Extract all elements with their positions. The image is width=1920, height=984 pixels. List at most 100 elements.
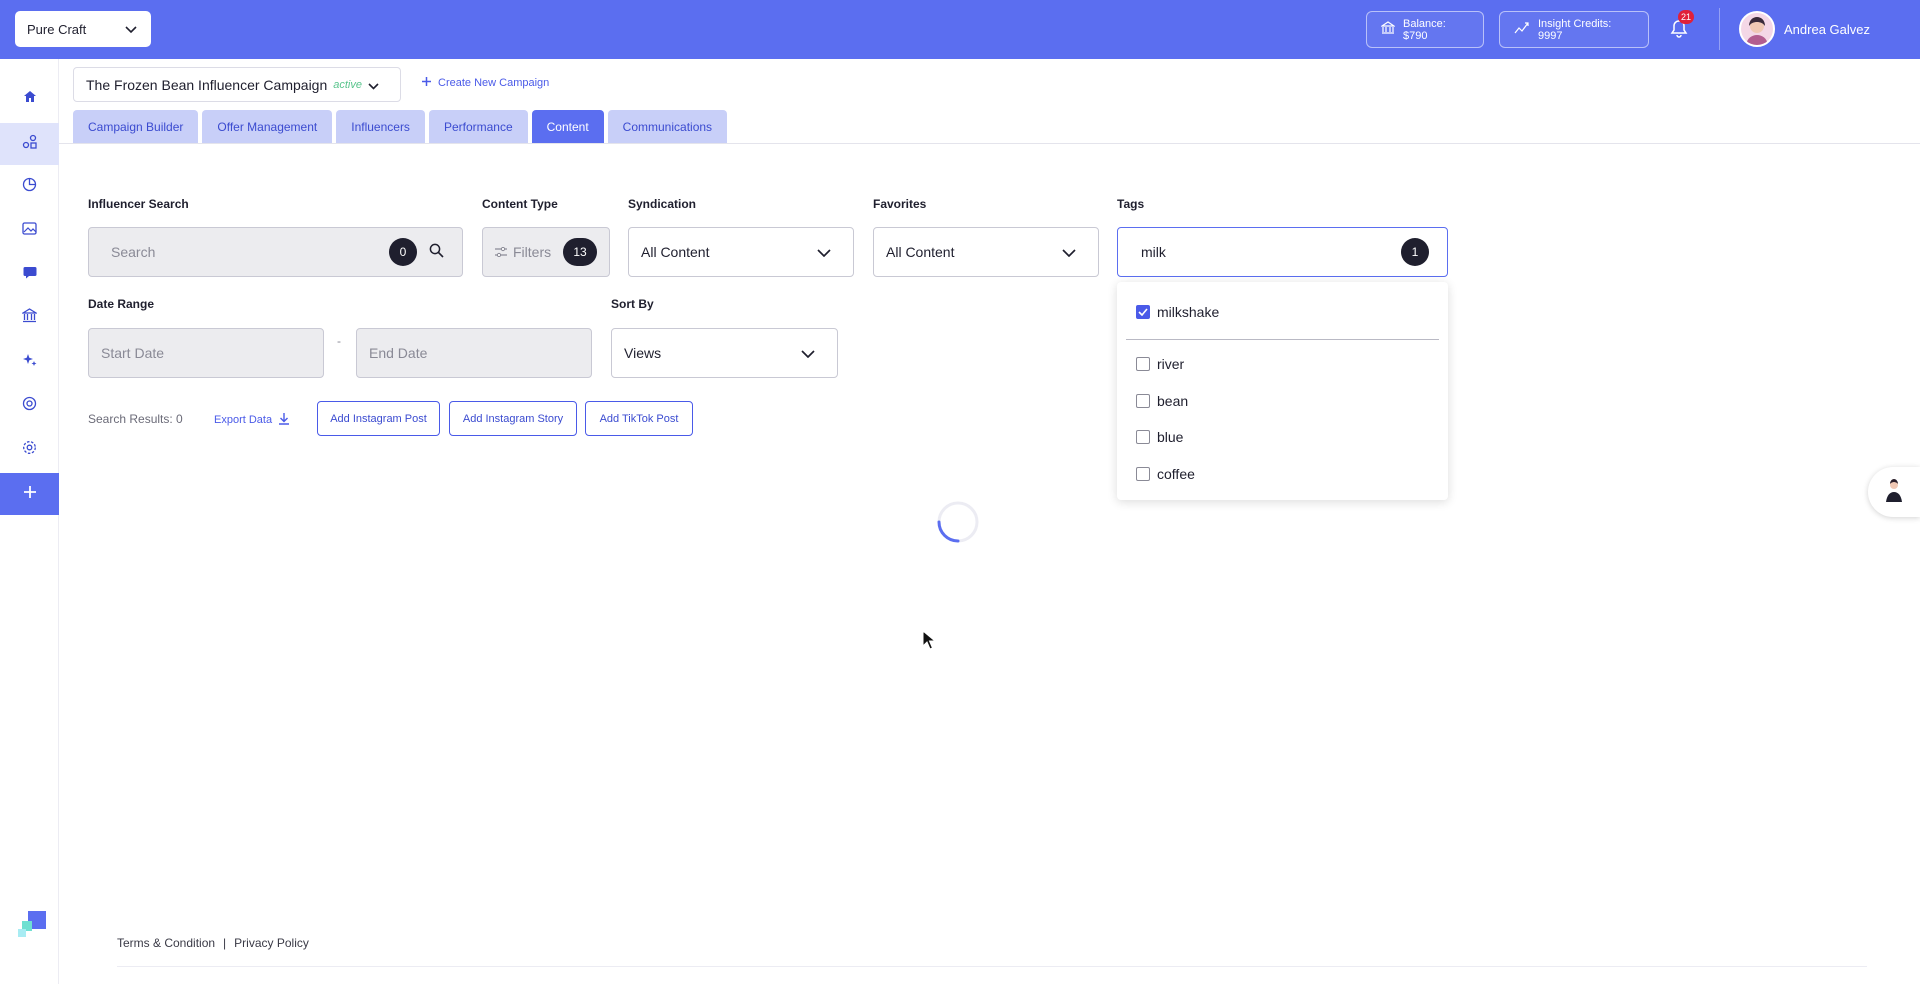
influencer-search-input[interactable]: Search 0 [88, 227, 463, 277]
chevron-down-icon [368, 77, 379, 93]
syndication-label: Syndication [628, 197, 697, 211]
search-placeholder: Search [111, 244, 156, 260]
pie-chart-icon [22, 177, 37, 197]
balance-label: Balance: $790 [1403, 17, 1446, 42]
tag-option-label: bean [1157, 393, 1189, 409]
start-date-input[interactable]: Start Date [88, 328, 324, 378]
tag-option[interactable]: milkshake [1136, 304, 1219, 320]
tags-label: Tags [1117, 197, 1145, 211]
start-date-placeholder: Start Date [101, 345, 165, 361]
checkbox[interactable] [1136, 357, 1150, 371]
support-agent-icon [1882, 478, 1904, 507]
divider [1126, 339, 1439, 340]
footer-separator: | [223, 936, 227, 950]
brand-select[interactable]: Pure Craft [15, 11, 151, 47]
tag-option-label: river [1157, 356, 1185, 372]
user-name[interactable]: Andrea Galvez [1784, 22, 1870, 37]
checkbox[interactable] [1136, 430, 1150, 444]
end-date-input[interactable]: End Date [356, 328, 592, 378]
checkbox-checked[interactable] [1136, 305, 1150, 319]
end-date-placeholder: End Date [369, 345, 428, 361]
tag-option[interactable]: bean [1136, 393, 1188, 409]
sidebar-item-home[interactable] [0, 78, 59, 120]
sidebar-item-ai[interactable] [0, 341, 59, 383]
insight-credits-button[interactable]: Insight Credits: 9997 [1499, 11, 1649, 48]
tab-performance[interactable]: Performance [428, 110, 528, 143]
chevron-down-icon [125, 22, 137, 37]
search-results-count: Search Results: 0 [88, 412, 183, 426]
insight-credits-label: Insight Credits: 9997 [1538, 17, 1612, 42]
top-bar: Pure Craft Balance: $790 Insight Credits… [0, 0, 1920, 59]
date-range-label: Date Range [88, 297, 155, 311]
create-campaign-link[interactable]: Create New Campaign [421, 76, 549, 90]
divider [1719, 8, 1720, 50]
sort-by-label: Sort By [611, 297, 654, 311]
checkbox[interactable] [1136, 467, 1150, 481]
add-instagram-story-button[interactable]: Add Instagram Story [449, 401, 577, 436]
tags-input[interactable]: milk 1 [1117, 227, 1448, 277]
tab-content[interactable]: Content [531, 110, 604, 143]
favorites-select[interactable]: All Content [873, 227, 1099, 277]
tab-offer-management[interactable]: Offer Management [202, 110, 333, 143]
floating-chat-widget[interactable] [1868, 467, 1920, 517]
brand-name: Pure Craft [27, 21, 87, 37]
app-logo [16, 909, 48, 941]
tag-option[interactable]: coffee [1136, 466, 1195, 482]
sidebar-item-bank[interactable] [0, 297, 59, 339]
tags-value: milk [1141, 244, 1166, 260]
bank-icon [1380, 21, 1396, 38]
sidebar-item-support[interactable] [0, 385, 59, 427]
sidebar-item-campaigns[interactable] [0, 123, 59, 165]
add-instagram-post-button[interactable]: Add Instagram Post [317, 401, 440, 436]
plus-icon [421, 76, 432, 90]
sparkle-icon [22, 352, 38, 373]
create-campaign-label: Create New Campaign [438, 77, 550, 89]
sort-by-select[interactable]: Views [611, 328, 838, 378]
download-icon [278, 412, 290, 428]
tag-option[interactable]: blue [1136, 429, 1183, 445]
sidebar-item-analytics[interactable] [0, 166, 59, 208]
tab-influencers[interactable]: Influencers [336, 110, 425, 143]
sidebar-item-settings[interactable] [0, 429, 59, 471]
campaign-status: active [333, 78, 362, 91]
home-icon [23, 90, 37, 108]
tab-campaign-builder[interactable]: Campaign Builder [73, 110, 199, 143]
tag-option[interactable]: river [1136, 356, 1184, 372]
plus-icon [22, 484, 38, 505]
tag-option-label: blue [1157, 429, 1184, 445]
sidebar-item-media[interactable] [0, 210, 59, 252]
sidebar-item-messages[interactable] [0, 254, 59, 296]
export-data-label: Export Data [214, 414, 273, 426]
date-separator: - [337, 334, 341, 348]
content-type-filter[interactable]: Filters 13 [482, 227, 610, 277]
sidebar [0, 59, 59, 984]
chevron-down-icon [1062, 244, 1076, 260]
content-type-count-badge: 13 [563, 238, 597, 266]
checkbox[interactable] [1136, 394, 1150, 408]
campaign-select[interactable]: The Frozen Bean Influencer Campaign acti… [73, 67, 401, 102]
tag-option-label: coffee [1157, 466, 1195, 482]
search-count-badge: 0 [389, 238, 417, 266]
add-tiktok-post-button[interactable]: Add TikTok Post [585, 401, 693, 436]
chat-icon [23, 266, 37, 284]
lifebuoy-icon [22, 396, 37, 416]
tab-bar: Campaign Builder Offer Management Influe… [73, 110, 728, 143]
balance-button[interactable]: Balance: $790 [1366, 11, 1484, 48]
tab-communications[interactable]: Communications [607, 110, 728, 143]
export-data-link[interactable]: Export Data [214, 412, 290, 428]
mouse-cursor-icon [922, 629, 937, 655]
search-icon[interactable] [429, 243, 444, 261]
sidebar-add-button[interactable] [0, 473, 59, 515]
syndication-select[interactable]: All Content [628, 227, 854, 277]
syndication-value: All Content [641, 244, 710, 260]
terms-link[interactable]: Terms & Condition [117, 936, 215, 950]
influencer-search-label: Influencer Search [88, 197, 189, 211]
favorites-value: All Content [886, 244, 955, 260]
chart-trend-icon [1514, 21, 1530, 38]
content-type-placeholder: Filters [513, 244, 552, 260]
campaign-name: The Frozen Bean Influencer Campaign [86, 76, 328, 93]
content-type-label: Content Type [482, 197, 558, 211]
avatar[interactable] [1739, 11, 1775, 47]
tags-count-badge: 1 [1401, 238, 1429, 266]
privacy-link[interactable]: Privacy Policy [234, 936, 309, 950]
